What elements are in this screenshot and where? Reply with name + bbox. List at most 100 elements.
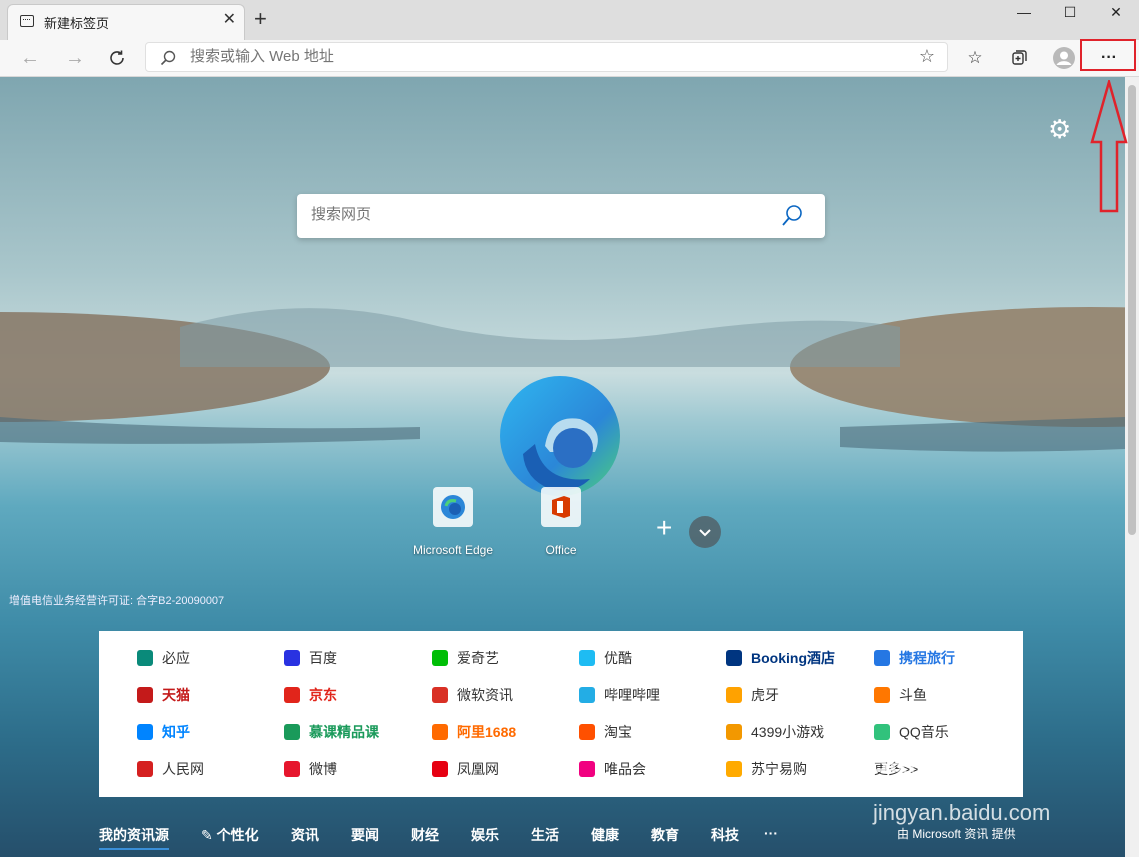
search-box[interactable] bbox=[297, 194, 825, 238]
nav-more[interactable]: ··· bbox=[764, 825, 778, 841]
site-icon bbox=[137, 761, 153, 777]
tile-label: Microsoft Edge bbox=[412, 543, 494, 557]
add-site-button[interactable]: + bbox=[656, 512, 672, 544]
collections-icon bbox=[1011, 50, 1027, 65]
license-text: 增值电信业务经营许可证: 合字B2-20090007 bbox=[9, 595, 225, 607]
minimize-button[interactable]: — bbox=[1001, 0, 1047, 26]
address-input[interactable] bbox=[188, 47, 892, 66]
quick-link[interactable]: 淘宝 bbox=[579, 722, 632, 742]
site-icon bbox=[579, 761, 595, 777]
quick-link[interactable]: 凤凰网 bbox=[432, 759, 499, 779]
office-icon bbox=[541, 487, 581, 527]
nav-headlines[interactable]: 要闻 bbox=[351, 825, 379, 845]
site-icon bbox=[432, 650, 448, 666]
quick-link-label: 凤凰网 bbox=[457, 761, 499, 777]
quick-link[interactable]: 知乎 bbox=[137, 722, 190, 742]
nav-health[interactable]: 健康 bbox=[591, 825, 619, 845]
edge-icon bbox=[433, 487, 473, 527]
nav-my-feed[interactable]: 我的资讯源 bbox=[99, 825, 169, 850]
add-favorite-icon[interactable]: ☆ bbox=[919, 46, 935, 67]
avatar bbox=[1053, 47, 1075, 69]
refresh-button[interactable] bbox=[102, 40, 132, 76]
back-button[interactable]: ← bbox=[15, 40, 45, 76]
quick-link-label: 斗鱼 bbox=[899, 687, 927, 703]
site-icon bbox=[726, 761, 742, 777]
tile-office[interactable]: Office bbox=[511, 487, 611, 557]
quick-link[interactable]: 唯品会 bbox=[579, 759, 646, 779]
nav-personalize[interactable]: ✎ 个性化 bbox=[201, 825, 259, 845]
quick-link[interactable]: 京东 bbox=[284, 685, 337, 705]
site-icon bbox=[284, 724, 300, 740]
site-icon bbox=[726, 687, 742, 703]
favorites-icon[interactable]: ☆ bbox=[960, 40, 990, 76]
site-icon bbox=[432, 761, 448, 777]
nav-entertainment[interactable]: 娱乐 bbox=[471, 825, 499, 845]
quick-link-label: 苏宁易购 bbox=[751, 761, 807, 777]
scrollbar-thumb[interactable] bbox=[1128, 85, 1136, 535]
quick-link[interactable]: 爱奇艺 bbox=[432, 648, 499, 668]
quick-link[interactable]: 慕课精品课 bbox=[284, 722, 379, 742]
quick-link[interactable]: 阿里1688 bbox=[432, 722, 516, 742]
nav-news[interactable]: 资讯 bbox=[291, 825, 319, 845]
nav-life[interactable]: 生活 bbox=[531, 825, 559, 845]
quick-link[interactable]: 微博 bbox=[284, 759, 337, 779]
quick-link[interactable]: Booking酒店 bbox=[726, 648, 835, 668]
chevron-down-icon bbox=[699, 529, 711, 537]
quick-link[interactable]: 斗鱼 bbox=[874, 685, 927, 705]
quick-link-label: 唯品会 bbox=[604, 761, 646, 777]
tab-title: 新建标签页 bbox=[44, 16, 110, 31]
site-icon bbox=[579, 650, 595, 666]
quick-link[interactable]: 携程旅行 bbox=[874, 648, 955, 668]
site-icon bbox=[874, 650, 890, 666]
nav-finance[interactable]: 财经 bbox=[411, 825, 439, 845]
close-tab-icon[interactable]: ✕ bbox=[223, 10, 236, 30]
close-window-button[interactable]: ✕ bbox=[1093, 0, 1139, 26]
site-icon bbox=[432, 687, 448, 703]
collections-button[interactable] bbox=[1004, 40, 1034, 76]
quick-link[interactable]: 苏宁易购 bbox=[726, 759, 807, 779]
tab-new-tab[interactable]: 新建标签页 ✕ bbox=[7, 4, 245, 40]
tile-microsoft-edge[interactable]: Microsoft Edge bbox=[403, 487, 503, 557]
annotation-arrow bbox=[1090, 80, 1128, 213]
quick-link-label: 京东 bbox=[309, 687, 337, 703]
quick-link[interactable]: 人民网 bbox=[137, 759, 204, 779]
address-bar[interactable]: ☆ bbox=[145, 42, 948, 72]
nav-tech[interactable]: 科技 bbox=[711, 825, 739, 845]
site-icon bbox=[726, 724, 742, 740]
quick-link[interactable]: 4399小游戏 bbox=[726, 722, 824, 742]
search-icon bbox=[160, 50, 176, 71]
tile-label: Office bbox=[545, 543, 577, 557]
quick-link-label: 阿里1688 bbox=[457, 724, 517, 740]
nav-education[interactable]: 教育 bbox=[651, 825, 679, 845]
site-icon bbox=[137, 650, 153, 666]
site-icon bbox=[137, 724, 153, 740]
quick-link-label: 天猫 bbox=[162, 687, 190, 703]
quick-link-label: 知乎 bbox=[162, 724, 190, 740]
title-bar: 新建标签页 ✕ + — ☐ ✕ bbox=[0, 0, 1139, 40]
page-icon bbox=[20, 15, 34, 27]
quick-link-label: 百度 bbox=[309, 650, 337, 666]
quick-link[interactable]: 百度 bbox=[284, 648, 337, 668]
quick-link[interactable]: 哔哩哔哩 bbox=[579, 685, 660, 705]
quick-link-label: 哔哩哔哩 bbox=[604, 687, 660, 703]
scroll-down-button[interactable] bbox=[689, 516, 721, 548]
quick-link-label: 携程旅行 bbox=[899, 650, 955, 666]
quick-link-label: 微博 bbox=[309, 761, 337, 777]
search-icon[interactable] bbox=[781, 204, 803, 233]
maximize-button[interactable]: ☐ bbox=[1047, 0, 1093, 26]
site-icon bbox=[726, 650, 742, 666]
search-input[interactable] bbox=[309, 205, 753, 224]
quick-link-label: 人民网 bbox=[162, 761, 204, 777]
quick-link[interactable]: 天猫 bbox=[137, 685, 190, 705]
profile-button[interactable] bbox=[1049, 40, 1079, 76]
quick-link-label: 4399小游戏 bbox=[751, 724, 825, 740]
forward-button[interactable]: → bbox=[60, 40, 90, 76]
quick-link[interactable]: 微软资讯 bbox=[432, 685, 513, 705]
quick-link[interactable]: 虎牙 bbox=[726, 685, 779, 705]
new-tab-button[interactable]: + bbox=[254, 8, 267, 30]
quick-link-label: 爱奇艺 bbox=[457, 650, 499, 666]
quick-link[interactable]: 优酷 bbox=[579, 648, 632, 668]
quick-link[interactable]: 必应 bbox=[137, 648, 190, 668]
gear-icon[interactable]: ⚙ bbox=[1048, 114, 1071, 145]
site-icon bbox=[579, 724, 595, 740]
